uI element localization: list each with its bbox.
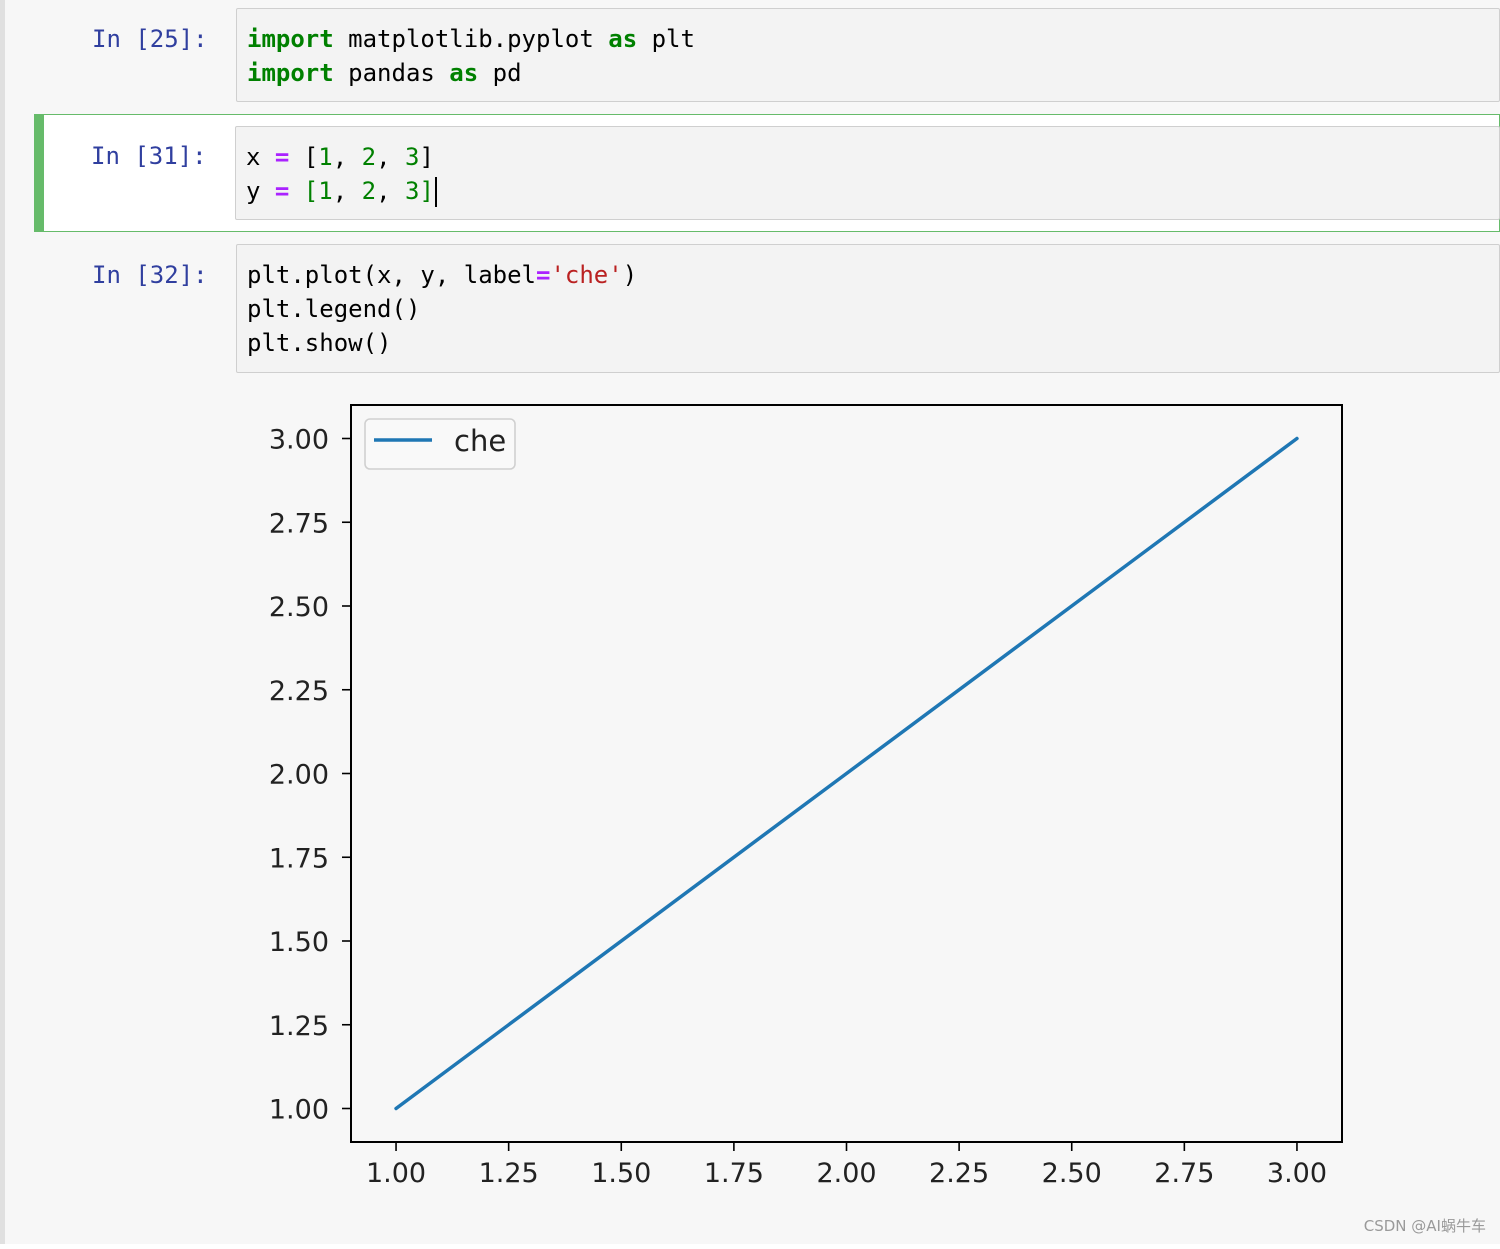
line-chart: 1.00 1.25 1.50 1.75 2.00 2.25 2.50 2.75 3.00 1.00… <box>269 404 1343 1189</box>
x-tick-label: 2.00 <box>816 1158 876 1189</box>
cell-prompt: In [25]: <box>92 25 208 53</box>
cell-prompt: In [31]: <box>91 142 207 170</box>
code-token: [ <box>289 143 319 171</box>
code-line: plt.legend() <box>247 292 420 326</box>
cell-prompt: In [32]: <box>92 261 208 289</box>
code-token: plt.show() <box>247 329 392 357</box>
code-token: pd <box>478 59 522 87</box>
code-line: plt.plot(x, y, label='che') <box>247 258 637 292</box>
code-token: = <box>535 261 551 289</box>
code-cell-3[interactable]: In [32]: plt.plot(x, y, label='che') plt… <box>36 236 1500 376</box>
x-tick-label: 1.00 <box>366 1158 426 1189</box>
code-token: plt.legend() <box>247 295 421 323</box>
code-token: , <box>332 143 362 171</box>
cell-output: 1.00 1.25 1.50 1.75 2.00 2.25 2.50 2.75 3.00 1.00… <box>236 388 1500 1244</box>
code-token: as <box>608 25 638 53</box>
code-cell-1[interactable]: In [25]: import matplotlib.pyplot as plt… <box>36 0 1500 110</box>
code-token: matplotlib.pyplot <box>333 25 609 53</box>
code-line: import pandas as pd <box>247 56 522 90</box>
code-token: , <box>332 177 362 205</box>
y-tick-label: 1.50 <box>269 927 329 958</box>
code-line: x = [1, 2, 3] <box>246 140 434 174</box>
y-tick-label: 2.75 <box>269 508 329 539</box>
code-line: import matplotlib.pyplot as plt <box>247 22 695 56</box>
code-token: [ <box>289 177 319 205</box>
code-token: 1 <box>318 177 333 205</box>
code-editor[interactable]: x = [1, 2, 3] y = [1, 2, 3] <box>235 126 1500 220</box>
code-token: pandas <box>333 59 450 87</box>
y-tick-label: 2.50 <box>269 592 329 623</box>
code-token: 1 <box>318 143 333 171</box>
y-tick-label: 3.00 <box>269 425 329 456</box>
code-token: 2 <box>361 143 377 171</box>
code-token: , <box>376 143 405 171</box>
y-tick-label: 2.25 <box>269 676 329 707</box>
legend-label: che <box>454 424 506 458</box>
code-token: x <box>246 143 275 171</box>
code-token: as <box>449 59 479 87</box>
code-token: ) <box>622 261 638 289</box>
x-tick-label: 3.00 <box>1267 1158 1327 1189</box>
code-token: 3 <box>404 177 420 205</box>
code-token: 'che' <box>550 261 623 289</box>
x-tick-label: 1.75 <box>704 1158 764 1189</box>
code-editor[interactable]: plt.plot(x, y, label='che') plt.legend()… <box>236 244 1500 373</box>
code-token: 3 <box>404 143 420 171</box>
text-cursor <box>434 177 437 207</box>
code-token: = <box>274 143 290 171</box>
code-token: ] <box>419 143 434 171</box>
code-token: 2 <box>361 177 377 205</box>
watermark: CSDN @AI蜗牛车 <box>1363 1217 1486 1235</box>
code-cell-2-selected[interactable]: In [31]: x = [1, 2, 3] y = [1, 2, 3] <box>34 114 1500 232</box>
code-line: plt.show() <box>247 326 392 360</box>
code-token: , <box>376 177 405 205</box>
y-tick-label: 1.25 <box>269 1011 329 1042</box>
code-token: import <box>247 25 334 53</box>
code-token: y <box>246 177 275 205</box>
code-token: import <box>247 59 334 87</box>
y-tick-label: 1.00 <box>269 1095 329 1126</box>
code-token: ] <box>419 177 434 205</box>
y-tick-label: 2.00 <box>269 760 329 791</box>
y-tick-label: 1.75 <box>269 843 329 874</box>
x-tick-label: 1.50 <box>591 1158 651 1189</box>
code-token: = <box>274 177 290 205</box>
code-editor[interactable]: import matplotlib.pyplot as plt import p… <box>236 8 1500 102</box>
x-tick-label: 1.25 <box>479 1158 539 1189</box>
x-tick-label: 2.50 <box>1042 1158 1102 1189</box>
code-token: plt.plot(x, y, label <box>247 261 536 289</box>
x-tick-label: 2.25 <box>929 1158 989 1189</box>
code-token: plt <box>637 25 695 53</box>
code-line: y = [1, 2, 3] <box>246 174 437 208</box>
x-tick-label: 2.75 <box>1154 1158 1214 1189</box>
notebook-left-rail <box>0 0 5 1244</box>
